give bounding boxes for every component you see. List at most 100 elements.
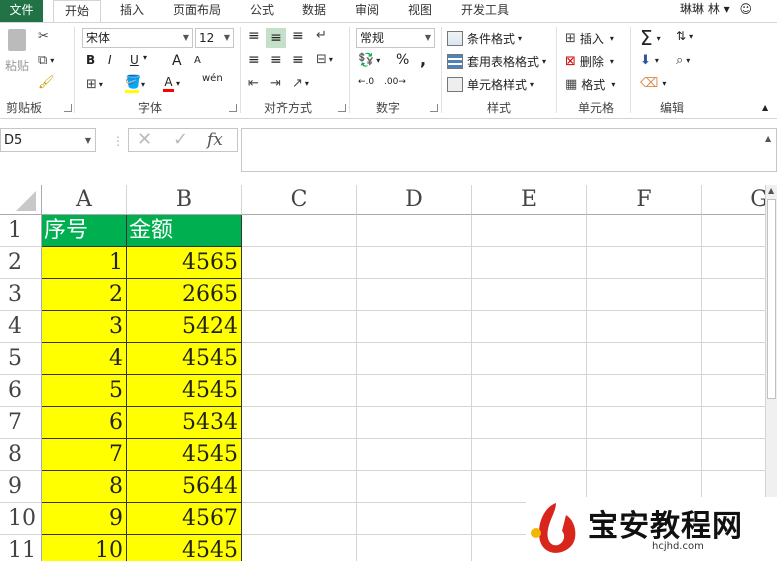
header-cell[interactable]: 金额 [127, 215, 242, 247]
clipboard-launcher[interactable] [64, 104, 72, 112]
cell[interactable]: 7 [42, 439, 127, 471]
align-bottom-icon[interactable]: ≡ [292, 28, 304, 44]
cell[interactable] [587, 215, 702, 247]
cell[interactable]: 4 [42, 343, 127, 375]
column-header[interactable]: F [587, 185, 702, 215]
format-cells-button[interactable]: ▦ 格式 ▾ [565, 76, 615, 93]
fill-color-icon[interactable]: 🪣 ▾ [125, 75, 145, 93]
delete-cells-button[interactable]: ⊠ 删除 ▾ [565, 53, 614, 70]
increase-decimal-icon[interactable]: ←.0 [358, 77, 374, 87]
bold-button[interactable]: B [86, 53, 95, 67]
cell[interactable] [472, 343, 587, 375]
underline-button[interactable]: U [130, 53, 139, 67]
align-right-icon[interactable]: ≡ [292, 52, 304, 68]
cell[interactable] [242, 215, 357, 247]
decrease-indent-icon[interactable]: ⇤ [248, 76, 259, 91]
tab-page-layout[interactable]: 页面布局 [173, 0, 221, 22]
tab-insert[interactable]: 插入 [120, 0, 144, 22]
tab-file[interactable]: 文件 [0, 0, 43, 22]
column-header[interactable]: C [242, 185, 357, 215]
cell[interactable]: 5644 [127, 471, 242, 503]
border-icon[interactable]: ⊞ ▾ [86, 77, 103, 92]
font-shrink-button[interactable]: A [194, 55, 201, 66]
cell[interactable]: 4545 [127, 375, 242, 407]
font-size-box[interactable]: 12 ▼ [195, 28, 234, 48]
cell[interactable]: 9 [42, 503, 127, 535]
tab-developer[interactable]: 开发工具 [461, 0, 509, 22]
cell[interactable]: 6 [42, 407, 127, 439]
cell[interactable] [472, 407, 587, 439]
user-name[interactable]: 琳琳 林 ▾ ☺ [680, 0, 752, 18]
select-all-corner[interactable] [0, 185, 42, 215]
cell[interactable] [472, 215, 587, 247]
cell[interactable]: 4545 [127, 343, 242, 375]
italic-button[interactable]: I [108, 53, 112, 67]
underline-dropdown[interactable]: ▾ [143, 53, 147, 62]
format-as-table-button[interactable]: 套用表格格式 ▾ [447, 53, 546, 70]
merge-center-icon[interactable]: ⊟ ▾ [316, 52, 333, 67]
cell[interactable]: 4545 [127, 439, 242, 471]
row-header[interactable]: 11 [0, 535, 42, 561]
paste-button[interactable]: 粘贴 [5, 29, 29, 74]
align-center-icon[interactable]: ≡ [270, 52, 282, 68]
cancel-icon[interactable]: ✕ [137, 129, 152, 150]
cell[interactable] [242, 343, 357, 375]
font-launcher[interactable] [229, 104, 237, 112]
cell[interactable] [242, 247, 357, 279]
cell[interactable]: 4545 [127, 535, 242, 561]
decrease-decimal-icon[interactable]: .00→ [384, 77, 406, 87]
align-middle-icon[interactable]: ≡ [266, 28, 286, 48]
cell[interactable]: 2665 [127, 279, 242, 311]
cell[interactable]: 5434 [127, 407, 242, 439]
row-header[interactable]: 7 [0, 407, 42, 439]
cell[interactable] [472, 279, 587, 311]
cell[interactable] [357, 215, 472, 247]
formula-input[interactable] [241, 128, 777, 172]
insert-cells-button[interactable]: ⊞ 插入 ▾ [565, 30, 614, 47]
row-header[interactable]: 8 [0, 439, 42, 471]
copy-icon[interactable]: ⧉ ▾ [38, 53, 54, 68]
font-grow-button[interactable]: A [172, 53, 182, 69]
column-header[interactable]: A [42, 185, 127, 215]
cell[interactable]: 8 [42, 471, 127, 503]
orientation-icon[interactable]: ↗ ▾ [292, 76, 309, 91]
cell[interactable] [242, 375, 357, 407]
scroll-thumb[interactable] [767, 199, 776, 399]
wrap-text-icon[interactable]: ↵ [316, 28, 327, 43]
cell[interactable] [357, 343, 472, 375]
cell[interactable] [702, 279, 765, 311]
row-header[interactable]: 1 [0, 215, 42, 247]
cell[interactable]: 10 [42, 535, 127, 561]
cell[interactable] [357, 407, 472, 439]
tab-home[interactable]: 开始 [53, 0, 101, 23]
cell[interactable]: 1 [42, 247, 127, 279]
tab-review[interactable]: 审阅 [355, 0, 379, 22]
row-header[interactable]: 4 [0, 311, 42, 343]
cell[interactable] [472, 247, 587, 279]
font-color-icon[interactable]: A ▾ [163, 75, 180, 92]
cell[interactable]: 5424 [127, 311, 242, 343]
find-select-icon[interactable]: ⌕ ▾ [676, 53, 690, 68]
scroll-up-icon[interactable]: ▲ [768, 186, 774, 195]
number-launcher[interactable] [430, 104, 438, 112]
column-header[interactable]: D [357, 185, 472, 215]
cell[interactable] [242, 471, 357, 503]
row-header[interactable]: 6 [0, 375, 42, 407]
enter-icon[interactable]: ✓ [173, 129, 188, 150]
column-header[interactable]: E [472, 185, 587, 215]
autosum-icon[interactable]: Σ ▾ [640, 26, 661, 50]
insert-function-button[interactable]: fx [207, 130, 223, 150]
cell[interactable] [357, 535, 472, 561]
fill-icon[interactable]: ⬇ ▾ [640, 53, 659, 68]
cell[interactable] [702, 375, 765, 407]
align-left-icon[interactable]: ≡ [248, 52, 260, 68]
cell[interactable]: 4565 [127, 247, 242, 279]
cell[interactable] [357, 247, 472, 279]
cell[interactable] [702, 407, 765, 439]
cell[interactable] [242, 279, 357, 311]
cell[interactable] [357, 375, 472, 407]
tab-formulas[interactable]: 公式 [250, 0, 274, 22]
cell[interactable] [587, 247, 702, 279]
alignment-launcher[interactable] [338, 104, 346, 112]
row-header[interactable]: 10 [0, 503, 42, 535]
